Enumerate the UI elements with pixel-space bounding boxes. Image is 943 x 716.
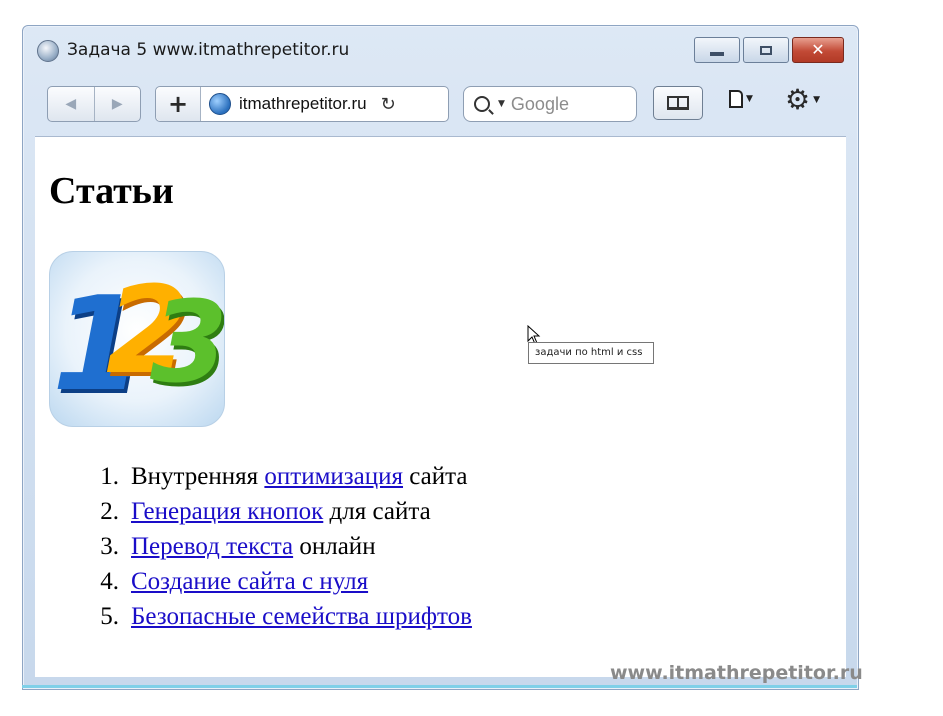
list-item: 1. Внутренняя оптимизация сайта bbox=[57, 459, 472, 494]
list-item: 4. Создание сайта с нуля bbox=[57, 564, 472, 599]
list-item: 5. Безопасные семейства шрифтов bbox=[57, 599, 472, 634]
chevron-down-icon: ▼ bbox=[746, 94, 753, 104]
article-link[interactable]: Безопасные семейства шрифтов bbox=[131, 599, 472, 634]
list-number: 3. bbox=[100, 533, 119, 560]
settings-menu-button[interactable]: ⚙ ▼ bbox=[785, 86, 820, 114]
address-bar[interactable]: + itmathrepetitor.ru ↻ bbox=[155, 86, 449, 122]
article-link[interactable]: Перевод текста bbox=[131, 529, 293, 564]
list-text-after: онлайн bbox=[293, 533, 376, 560]
page-menu-button[interactable]: ▼ bbox=[729, 90, 753, 108]
window-bottom-edge bbox=[22, 685, 857, 688]
add-bookmark-button[interactable]: + bbox=[156, 87, 201, 121]
article-link[interactable]: Генерация кнопок bbox=[131, 494, 323, 529]
address-input[interactable]: itmathrepetitor.ru bbox=[239, 94, 367, 114]
reload-icon[interactable]: ↻ bbox=[381, 94, 396, 115]
back-button[interactable]: ◀ bbox=[48, 87, 94, 121]
chevron-down-icon: ▼ bbox=[498, 99, 505, 109]
forward-button[interactable]: ▶ bbox=[93, 87, 141, 121]
chevron-down-icon: ▼ bbox=[813, 95, 821, 105]
list-item: 2. Генерация кнопок для сайта bbox=[57, 494, 472, 529]
page-title: Статьи bbox=[49, 170, 174, 212]
logo-digit-3: 3 bbox=[150, 278, 225, 408]
maximize-button[interactable] bbox=[743, 37, 789, 63]
list-number: 1. bbox=[100, 463, 119, 490]
reader-button[interactable] bbox=[653, 86, 703, 120]
list-number: 2. bbox=[100, 498, 119, 525]
window-title: Задача 5 www.itmathrepetitor.ru bbox=[67, 40, 350, 60]
search-icon bbox=[474, 96, 490, 112]
forward-icon: ▶ bbox=[111, 96, 123, 112]
watermark: www.itmathrepetitor.ru bbox=[610, 662, 863, 684]
article-link[interactable]: Создание сайта с нуля bbox=[131, 564, 368, 599]
window-controls: ✕ bbox=[691, 37, 844, 63]
minimize-button[interactable] bbox=[694, 37, 740, 63]
articles-list: 1. Внутренняя оптимизация сайта 2. Генер… bbox=[57, 459, 472, 634]
maximize-icon bbox=[760, 45, 772, 55]
title-bar[interactable]: Задача 5 www.itmathrepetitor.ru ✕ bbox=[23, 26, 858, 72]
search-placeholder: Google bbox=[510, 93, 569, 114]
page-icon bbox=[729, 90, 743, 108]
list-text-before: Внутренняя bbox=[131, 463, 265, 490]
reader-icon bbox=[667, 96, 689, 110]
logo-123-image: 1 2 3 bbox=[49, 251, 225, 427]
page-viewport: Статьи 1 2 3 1. Внутренняя оптимизация с… bbox=[35, 136, 846, 677]
toolbar: ◀ ▶ + itmathrepetitor.ru ↻ ▼ Google ▼ ⚙ … bbox=[33, 72, 846, 134]
list-item: 3. Перевод текста онлайн bbox=[57, 529, 472, 564]
close-icon: ✕ bbox=[811, 40, 825, 59]
list-number: 4. bbox=[100, 568, 119, 595]
globe-icon bbox=[209, 93, 231, 115]
safari-icon bbox=[37, 40, 59, 62]
browser-window: Задача 5 www.itmathrepetitor.ru ✕ ◀ ▶ + … bbox=[22, 25, 859, 690]
minimize-icon bbox=[710, 52, 724, 56]
back-icon: ◀ bbox=[65, 96, 77, 112]
list-text-after: для сайта bbox=[323, 498, 431, 525]
close-button[interactable]: ✕ bbox=[792, 37, 844, 63]
add-icon: + bbox=[167, 90, 189, 118]
nav-buttons: ◀ ▶ bbox=[47, 86, 141, 122]
list-text-after: сайта bbox=[403, 463, 468, 490]
gear-icon: ⚙ bbox=[785, 83, 811, 116]
article-link[interactable]: оптимизация bbox=[264, 459, 403, 494]
search-field[interactable]: ▼ Google bbox=[463, 86, 637, 122]
list-number: 5. bbox=[100, 603, 119, 630]
tooltip: задачи по html и css bbox=[528, 342, 654, 364]
